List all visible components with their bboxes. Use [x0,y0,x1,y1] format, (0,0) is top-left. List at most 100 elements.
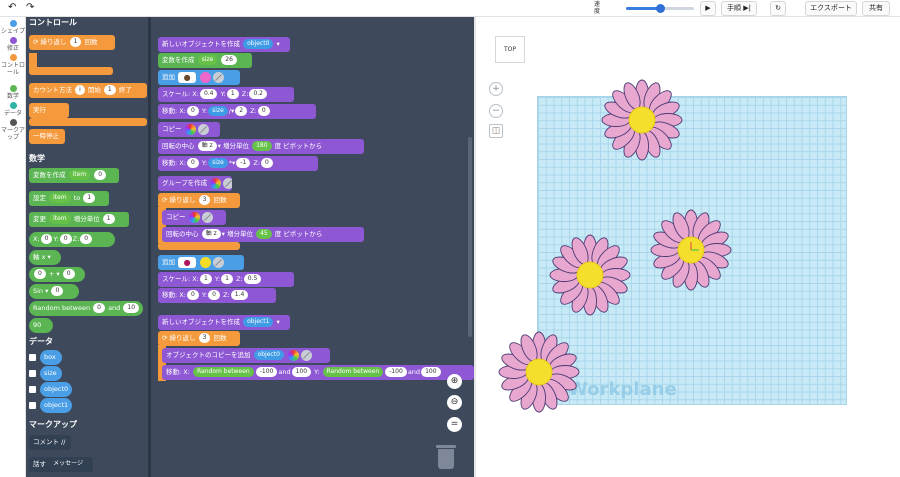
block-pill[interactable]: 0 [40,234,53,244]
block-pill[interactable]: 10 [123,303,140,313]
ws-add-copy-block[interactable]: オブジェクトのコピーを追加 object0 [162,348,330,363]
block-pill[interactable]: 1 [69,37,82,47]
transparent-icon[interactable] [223,177,232,189]
palette-var-object0[interactable]: object0 [40,382,72,397]
yellow-color-icon[interactable] [200,256,212,268]
palette-exec-block[interactable]: 実行 [29,103,69,118]
transparent-icon[interactable] [213,256,225,268]
block-pill[interactable]: 1 [221,274,233,284]
palette-arith-block[interactable]: 0 + ▾ 0 [29,267,85,282]
block-pill[interactable]: item [68,170,91,180]
ws-new-object0-block[interactable]: 新しいオブジェクトを作成 object0 ▾ [158,37,290,52]
block-pill[interactable]: 0 [59,234,72,244]
speed-slider-thumb[interactable] [656,4,665,13]
transparent-icon[interactable] [213,71,225,83]
flower-model[interactable] [548,233,632,317]
block-pill[interactable]: object0 [243,39,274,49]
block-pill[interactable]: 100 [421,367,441,377]
ws-copy-block[interactable]: コピー [158,122,220,137]
block-pill[interactable]: 0 [62,269,75,279]
block-pill[interactable]: Random between [322,367,384,377]
palette-var-box[interactable]: box [40,350,62,365]
ws-repeat-block-2[interactable]: ⟳ 繰り返し 3 回数 [158,331,240,346]
block-pill[interactable]: メッセージ [49,459,87,469]
trash-icon[interactable] [436,445,456,469]
block-pill[interactable]: 0 [93,303,105,313]
export-button[interactable]: エクスポート [805,1,857,16]
palette-repeat-block[interactable]: ⟳ 繰り返し 1 回数 [29,35,115,50]
ws-random-move-block[interactable]: 移動: X: Random between -100 and 100 Y: Rando… [162,365,474,380]
block-pill[interactable]: 180 [252,141,272,151]
reset-zoom-button[interactable]: = [447,417,462,432]
palette-count-block[interactable]: カウント方法 i 開始 1 終了 [29,83,147,98]
speed-slider[interactable] [626,4,694,13]
block-pill[interactable]: size [208,106,228,116]
var-checkbox[interactable] [29,386,36,393]
ws-move-block-3[interactable]: 移動: X: 0 Y: 0 Z: 1.4 [158,288,276,303]
palette-change-block[interactable]: 変更 item 増分単位 1 [29,212,129,227]
block-pill[interactable]: 0.4 [199,89,218,99]
block-pill[interactable]: 45 [256,229,272,239]
viewer-fit-button[interactable]: ◫ [489,124,503,138]
ws-new-object1-block[interactable]: 新しいオブジェクトを作成 object1 ▾ [158,315,290,330]
block-pill[interactable]: item [49,214,71,224]
redo-icon[interactable]: ↷ [26,2,34,14]
block-pill[interactable]: Random between [193,367,254,377]
block-pill[interactable]: 1 [199,274,212,284]
block-pill[interactable]: 軸 z [201,229,221,239]
palette-sin-block[interactable]: Sin ▾ 0 [29,284,79,299]
block-pill[interactable]: i [75,85,85,95]
multicolor-icon[interactable] [188,211,200,223]
var-checkbox[interactable] [29,370,36,377]
block-pill[interactable]: 0 [34,269,46,279]
ws-create-var-block[interactable]: 変数を作成 size 26 [158,53,252,68]
reset-button[interactable]: ↻ [770,1,786,16]
block-pill[interactable]: 0.2 [249,89,267,99]
block-pill[interactable]: size [197,55,218,65]
category-markup[interactable]: マークアップ [0,119,26,141]
ws-group-block[interactable]: グループを作成 [158,176,232,191]
transparent-icon[interactable] [300,349,312,361]
category-control[interactable]: コントロール [0,54,26,76]
block-pill[interactable]: 0 [261,158,273,168]
view-cube-top[interactable]: TOP [495,36,525,63]
palette-pause-block[interactable]: 一時停止 [29,129,65,144]
viewer-zoom-in-button[interactable]: + [489,82,503,96]
ws-scale-block[interactable]: スケール: X: 0.4 Y: 1 Z: 0.2 [158,87,294,102]
block-pill[interactable]: -1 [236,158,251,168]
block-pill[interactable]: 0 [80,234,93,244]
ws-rotate-block-2[interactable]: 回転の中心 軸 z ▾ 増分単位 45 度 ピボットから [162,227,364,242]
block-pill[interactable]: -100 [385,367,407,377]
block-pill[interactable]: 1 [83,193,96,203]
category-math[interactable]: 数学 [0,85,26,100]
palette-create-var-block[interactable]: 変数を作成 item 0 [29,168,119,183]
palette-axis-block[interactable]: 軸 x ▾ [29,250,61,265]
block-pill[interactable]: 1 [103,85,116,95]
multicolor-icon[interactable] [184,123,196,135]
palette-say-block[interactable]: 話す メッセージ [29,457,93,472]
palette-set-block[interactable]: 設定 item to 1 [29,191,109,206]
block-pill[interactable]: 0 [186,106,199,116]
viewer-zoom-out-button[interactable]: − [489,104,503,118]
block-pill[interactable]: 0 [257,106,270,116]
block-pill[interactable]: 1.4 [230,290,249,300]
block-pill[interactable]: size [208,158,228,168]
category-data[interactable]: データ [0,102,26,117]
palette-comment-block[interactable]: コメント // [29,435,71,450]
transparent-icon[interactable] [201,211,213,223]
zoom-out-button[interactable]: ⊖ [447,395,462,410]
undo-icon[interactable]: ↶ [8,2,16,14]
box-shape-icon[interactable]: ● [178,71,197,83]
block-pill[interactable]: 0 [186,158,199,168]
palette-xyz-block[interactable]: X: 0 Y: 0 Z: 0 [29,232,115,247]
pink-color-icon[interactable] [200,71,212,83]
ws-rotate-block[interactable]: 回転の中心 軸 z ▾ 増分単位 180 度 ピボットから [158,139,364,154]
block-pill[interactable]: 0 [208,290,220,300]
sphere-shape-icon[interactable]: ● [178,256,197,268]
multicolor-icon[interactable] [210,177,222,189]
palette-var-size[interactable]: size [40,366,62,381]
palette-var-object1[interactable]: object1 [40,398,72,413]
multicolor-icon[interactable] [287,349,299,361]
ws-copy-block-2[interactable]: コピー [162,210,226,225]
block-pill[interactable]: object1 [243,317,274,327]
